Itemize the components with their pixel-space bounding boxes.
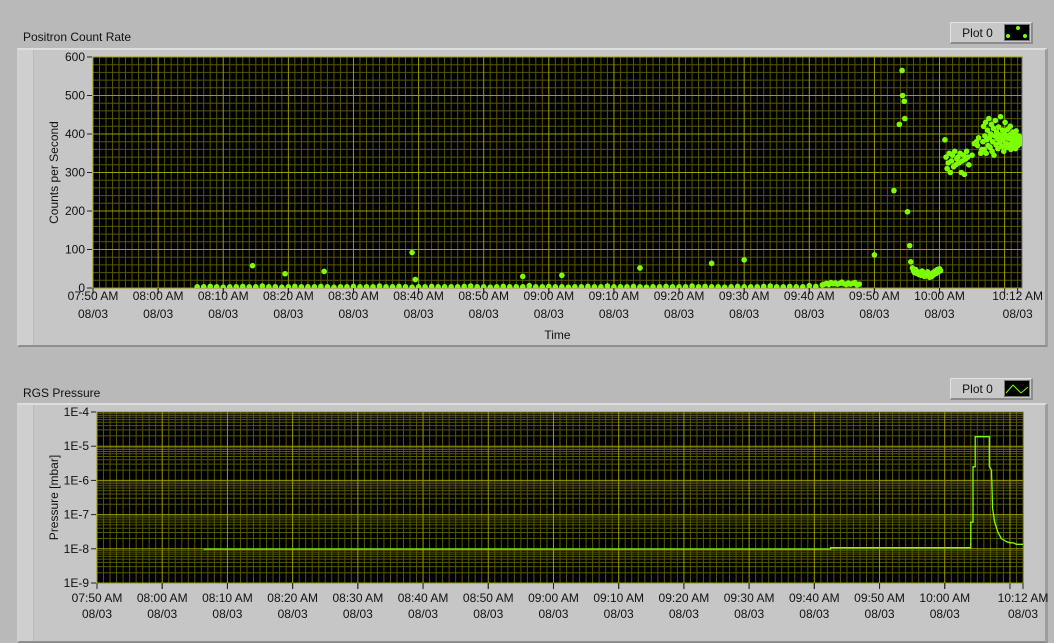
x-tick-label-date: 08/03	[82, 607, 112, 621]
x-tick-label-time: 08:20 AM	[267, 591, 318, 605]
x-tick-label-date: 08/03	[408, 607, 438, 621]
x-tick-label-time: 09:00 AM	[528, 591, 579, 605]
x-tick-label-date: 08/03	[147, 607, 177, 621]
x-tick-label-date: 08/03	[278, 607, 308, 621]
y-tick-label: 1E-7	[64, 508, 90, 522]
x-tick-label-date: 08/03	[212, 607, 242, 621]
x-tick-label-time: 08:40 AM	[398, 591, 449, 605]
x-tick-label-date: 08/03	[538, 607, 568, 621]
y-tick-label: 1E-6	[64, 473, 90, 487]
x-tick-label-date: 08/03	[1008, 607, 1038, 621]
y-tick-label: 1E-5	[64, 439, 90, 453]
x-tick-label-date: 08/03	[604, 607, 634, 621]
x-tick-label-time: 10:12 AM	[998, 591, 1049, 605]
y-tick-label: 1E-8	[64, 542, 90, 556]
x-tick-label-time: 09:50 AM	[854, 591, 905, 605]
x-tick-label-date: 08/03	[930, 607, 960, 621]
x-tick-label-time: 08:50 AM	[463, 591, 514, 605]
x-tick-label-date: 08/03	[799, 607, 829, 621]
x-tick-label-time: 10:00 AM	[919, 591, 970, 605]
x-tick-label-date: 08/03	[669, 607, 699, 621]
x-tick-label-date: 08/03	[734, 607, 764, 621]
pressure-chart: 1E-9 1E-8 1E-7 1E-6 1E-5 1E-4 07:50 AM 08/03 08:…	[47, 405, 1049, 627]
x-tick-label-time: 08:30 AM	[332, 591, 383, 605]
x-tick-label-time: 07:50 AM	[72, 591, 123, 605]
x-tick-label-time: 09:10 AM	[593, 591, 644, 605]
x-tick-label-time: 08:10 AM	[202, 591, 253, 605]
y-axis-title: Pressure [mbar]	[47, 455, 61, 540]
x-tick-label-time: 09:40 AM	[789, 591, 840, 605]
x-tick-label-time: 09:20 AM	[659, 591, 710, 605]
y-tick-label: 1E-4	[64, 405, 90, 419]
x-tick-label-date: 08/03	[865, 607, 895, 621]
y-tick-label: 1E-9	[64, 576, 90, 590]
x-tick-label-time: 08:00 AM	[137, 591, 188, 605]
x-tick-label-date: 08/03	[473, 607, 503, 621]
x-tick-label-date: 08/03	[343, 607, 373, 621]
x-tick-label-time: 09:30 AM	[724, 591, 775, 605]
